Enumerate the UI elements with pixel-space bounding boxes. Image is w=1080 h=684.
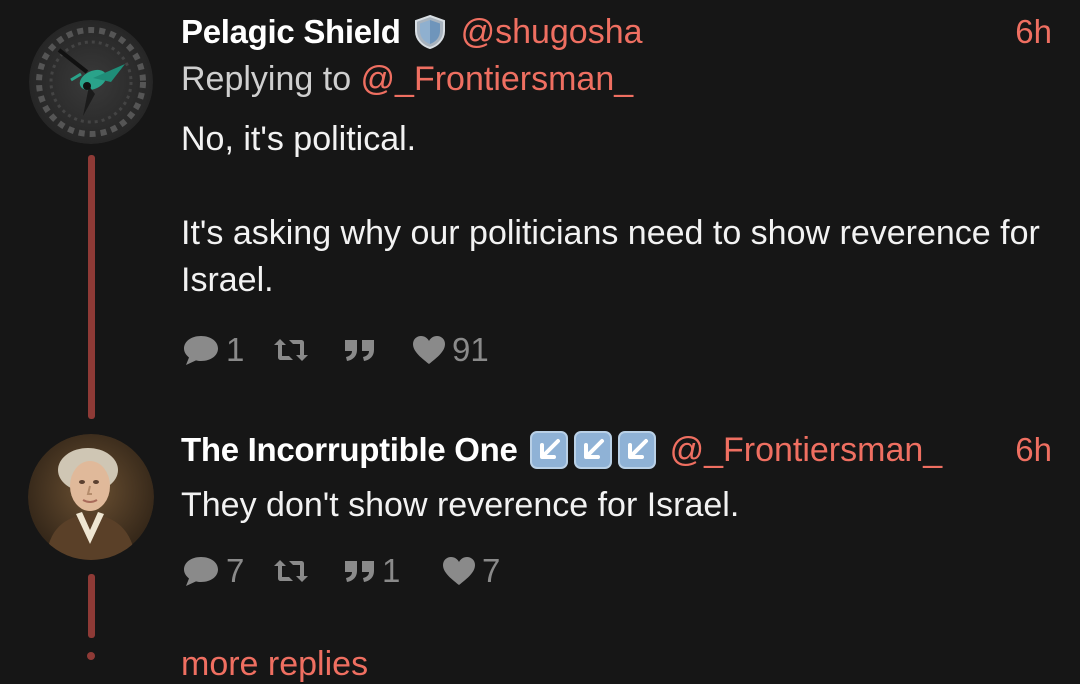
more-replies-link[interactable]: more replies bbox=[181, 645, 368, 684]
reply-button[interactable]: 1 bbox=[181, 331, 273, 369]
timestamp[interactable]: 6h bbox=[1015, 13, 1052, 51]
down-left-arrow-emoji-icon bbox=[529, 431, 568, 469]
body-line: They don't show reverence for Israel. bbox=[181, 486, 740, 524]
display-name[interactable]: The Incorruptible One bbox=[181, 431, 518, 469]
handle[interactable]: @_Frontiersman_ bbox=[670, 431, 943, 470]
tweet-header: Pelagic Shield @shugosha 6h bbox=[181, 12, 1052, 52]
like-count: 91 bbox=[452, 331, 489, 368]
like-button[interactable]: 7 bbox=[441, 552, 500, 590]
retweet-button[interactable] bbox=[273, 335, 343, 365]
replying-prefix: Replying to bbox=[181, 60, 361, 98]
quote-icon bbox=[343, 557, 377, 585]
reply-count: 1 bbox=[226, 331, 245, 368]
replying-to-link[interactable]: @_Frontiersman_ bbox=[361, 60, 634, 98]
down-left-arrow-emoji-icon bbox=[617, 431, 656, 469]
body-line: It's asking why our politicians need to … bbox=[181, 214, 1040, 299]
hummingbird-avatar-icon bbox=[29, 20, 153, 144]
tweet-2[interactable]: The Incorruptible One @_Frontiersman_ 6h… bbox=[0, 420, 1080, 650]
quote-button[interactable] bbox=[343, 336, 411, 364]
retweet-button[interactable] bbox=[273, 556, 343, 586]
thread-dot bbox=[87, 652, 95, 660]
reply-icon bbox=[181, 553, 221, 589]
reply-count: 7 bbox=[226, 552, 245, 589]
shield-emoji-icon bbox=[413, 14, 447, 50]
tweet-body: They don't show reverence for Israel. bbox=[181, 482, 1056, 529]
quote-icon bbox=[343, 336, 377, 364]
handle[interactable]: @shugosha bbox=[461, 13, 643, 52]
like-count: 7 bbox=[482, 552, 501, 589]
name-emojis bbox=[529, 431, 656, 469]
tweet-header: The Incorruptible One @_Frontiersman_ 6h bbox=[181, 430, 1052, 470]
avatar-pelagic-shield[interactable] bbox=[29, 20, 153, 144]
retweet-icon bbox=[273, 556, 309, 586]
avatar-incorruptible-one[interactable] bbox=[28, 434, 154, 560]
body-line: No, it's political. bbox=[181, 120, 417, 158]
quote-count: 1 bbox=[382, 552, 401, 589]
like-button[interactable]: 91 bbox=[411, 331, 489, 369]
tweet-actions: 1 91 bbox=[181, 330, 489, 370]
display-name[interactable]: Pelagic Shield bbox=[181, 13, 401, 51]
tweet-1[interactable]: Pelagic Shield @shugosha 6h Replying to … bbox=[0, 0, 1080, 420]
heart-icon bbox=[441, 555, 477, 587]
portrait-avatar-icon bbox=[28, 434, 154, 560]
down-left-arrow-emoji-icon bbox=[573, 431, 612, 469]
timestamp[interactable]: 6h bbox=[1015, 431, 1052, 469]
heart-icon bbox=[411, 334, 447, 366]
retweet-icon bbox=[273, 335, 309, 365]
reply-button[interactable]: 7 bbox=[181, 552, 273, 590]
reply-icon bbox=[181, 332, 221, 368]
quote-button[interactable]: 1 bbox=[343, 552, 441, 590]
replying-to: Replying to @_Frontiersman_ bbox=[181, 60, 633, 99]
tweet-actions: 7 1 7 bbox=[181, 551, 500, 591]
tweet-body: No, it's political. It's asking why our … bbox=[181, 116, 1056, 304]
